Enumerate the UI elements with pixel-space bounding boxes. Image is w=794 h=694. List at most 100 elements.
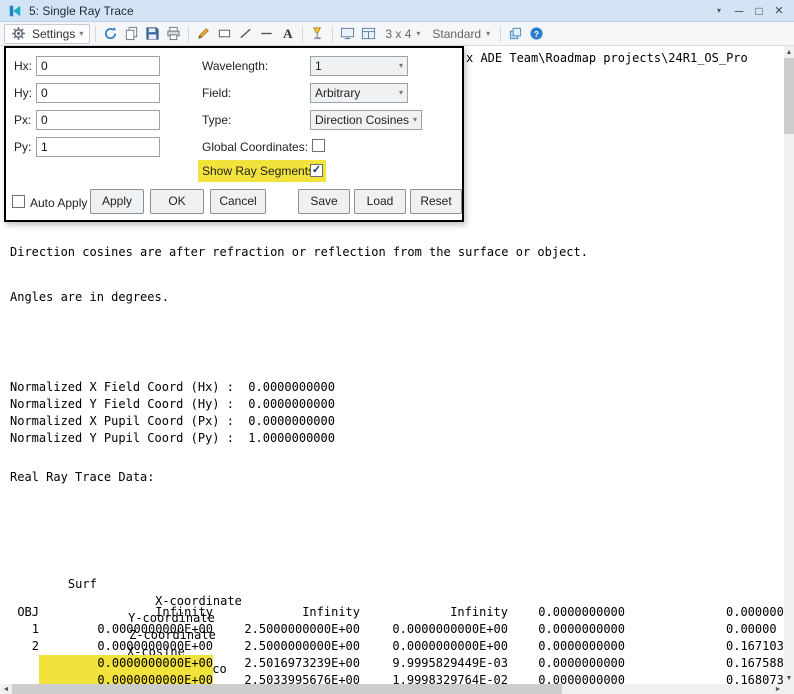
chevron-down-icon: ▾ xyxy=(486,28,491,38)
hx-label: Hx: xyxy=(14,59,32,73)
type-value: Direction Cosines xyxy=(315,113,410,127)
settings-dialog: Hx: Hy: Px: Py: Wavelength: 1 ▾ Field: A… xyxy=(4,46,464,222)
toolbar-separator xyxy=(188,25,190,42)
style-value: Standard xyxy=(432,26,482,41)
wavelength-value: 1 xyxy=(315,59,322,73)
horizontal-scroll-thumb[interactable] xyxy=(12,684,562,694)
toolbar-separator xyxy=(332,25,334,42)
table-row: OBJ Infinity Infinity Infinity 0.0000000000 0… xyxy=(17,605,784,619)
report-path-fragment: x ADE Team\Roadmap projects\24R1_OS_Pro xyxy=(466,51,748,65)
py-label: Py: xyxy=(14,140,32,154)
toolbar-separator xyxy=(500,25,502,42)
toolbar-separator xyxy=(302,25,304,42)
field-select[interactable]: Arbitrary ▾ xyxy=(310,83,408,103)
show-ray-segments-highlight: Show Ray Segments³: ✓ xyxy=(198,160,326,182)
reset-button[interactable]: Reset xyxy=(410,189,462,214)
coord-line: Normalized X Field Coord (Hx) :0.0000000… xyxy=(10,380,335,394)
auto-apply-checkbox[interactable] xyxy=(12,195,25,208)
type-select[interactable]: Direction Cosines ▾ xyxy=(310,110,422,130)
global-coordinates-checkbox[interactable] xyxy=(312,139,325,152)
wavelength-select[interactable]: 1 ▾ xyxy=(310,56,408,76)
load-button[interactable]: Load xyxy=(354,189,406,214)
help-icon[interactable]: ? xyxy=(527,24,546,43)
svg-text:?: ? xyxy=(534,29,539,39)
py-field[interactable] xyxy=(36,137,160,157)
show-ray-segments-label: Show Ray Segments³: xyxy=(202,164,322,178)
gear-icon xyxy=(9,24,28,43)
grid-size-dropdown[interactable]: 3 x 4 ▾ xyxy=(380,24,425,44)
px-label: Px: xyxy=(14,113,32,127)
save-icon[interactable] xyxy=(143,24,162,43)
settings-button[interactable]: Settings ▾ xyxy=(4,23,91,44)
ok-button[interactable]: OK xyxy=(150,189,204,214)
display-settings-icon[interactable] xyxy=(338,24,357,43)
px-field[interactable] xyxy=(36,110,160,130)
horizontal-scrollbar[interactable]: ◄ ► xyxy=(0,684,784,694)
titlebar: 5: Single Ray Trace ▾ ─ □ × xyxy=(0,0,794,22)
toolbar: Settings ▾ A 3 x 4 ▾ Standard ▾ ? xyxy=(0,22,794,46)
apply-button[interactable]: Apply xyxy=(90,189,144,214)
cancel-button[interactable]: Cancel xyxy=(210,189,266,214)
hx-field[interactable] xyxy=(36,56,160,76)
print-icon[interactable] xyxy=(164,24,183,43)
table-row: 0.0000000000E+00 2.5033995676E+00 1.999832… xyxy=(10,672,784,684)
check-icon: ✓ xyxy=(311,164,322,176)
maximize-button[interactable]: □ xyxy=(749,1,769,21)
table-row: 2 0.0000000000E+00 2.5000000000E+00 0.00000… xyxy=(31,639,784,653)
copy-icon[interactable] xyxy=(122,24,141,43)
scroll-right-icon[interactable]: ► xyxy=(772,684,784,694)
coord-line: Normalized Y Field Coord (Hy) :0.0000000… xyxy=(10,397,335,411)
hy-field[interactable] xyxy=(36,83,160,103)
window-title: 5: Single Ray Trace xyxy=(29,3,134,18)
window-controls: ▾ ─ □ × xyxy=(709,1,789,21)
note-line: Angles are in degrees. xyxy=(10,290,169,304)
global-coordinates-label: Global Coordinates: xyxy=(202,140,309,154)
hy-label: Hy: xyxy=(14,86,32,100)
grid-size-value: 3 x 4 xyxy=(385,26,412,41)
close-button[interactable]: × xyxy=(769,1,789,21)
scrollbar-corner xyxy=(784,684,794,694)
report-text: Direction cosines are after refraction o… xyxy=(10,216,784,684)
rectangle-annotation-icon[interactable] xyxy=(215,24,234,43)
ray-table-header: Surf X-coordinate Y-coordinate Z-coordin… xyxy=(10,559,784,676)
dash-annotation-icon[interactable] xyxy=(257,24,276,43)
scroll-down-icon[interactable]: ▼ xyxy=(784,672,794,684)
vertical-scroll-thumb[interactable] xyxy=(784,58,794,134)
ray-table-rows: OBJ Infinity Infinity Infinity 0.0000000000 0… xyxy=(10,604,784,684)
pencil-annotation-icon[interactable] xyxy=(194,24,213,43)
app-icon xyxy=(5,1,24,20)
chevron-down-icon: ▾ xyxy=(412,115,417,124)
type-label: Type: xyxy=(202,113,232,127)
save-button[interactable]: Save xyxy=(298,189,350,214)
vertical-scrollbar[interactable]: ▲ ▼ xyxy=(784,46,794,684)
note-line: Direction cosines are after refraction o… xyxy=(10,245,588,259)
auto-apply-label: Auto Apply xyxy=(30,196,88,210)
scroll-up-icon[interactable]: ▲ xyxy=(784,46,794,58)
line-annotation-icon[interactable] xyxy=(236,24,255,43)
show-ray-segments-checkbox[interactable]: ✓ xyxy=(310,164,323,177)
section-title: Real Ray Trace Data: xyxy=(10,470,155,484)
single-ray-trace-window: 5: Single Ray Trace ▾ ─ □ × Settings ▾ A… xyxy=(0,0,794,694)
field-value: Arbitrary xyxy=(315,86,361,100)
coord-lines-container: Normalized X Field Coord (Hx) :0.0000000… xyxy=(10,379,784,445)
lamp-icon[interactable] xyxy=(308,24,327,43)
toolbar-separator xyxy=(95,25,97,42)
layers-icon[interactable] xyxy=(506,24,525,43)
grid-layout-icon[interactable] xyxy=(359,24,378,43)
settings-label: Settings xyxy=(32,26,76,41)
style-dropdown[interactable]: Standard ▾ xyxy=(427,24,495,44)
window-menu-icon[interactable]: ▾ xyxy=(709,1,729,21)
header-surf: Surf xyxy=(67,577,97,591)
text-annotation-icon[interactable]: A xyxy=(278,24,297,43)
scroll-left-icon[interactable]: ◄ xyxy=(0,684,12,694)
refresh-icon[interactable] xyxy=(101,24,120,43)
field-label: Field: xyxy=(202,86,232,100)
chevron-down-icon: ▾ xyxy=(79,28,84,38)
table-row: 1 0.0000000000E+00 2.5000000000E+00 0.00000… xyxy=(31,622,777,636)
wavelength-label: Wavelength: xyxy=(202,59,269,73)
minimize-button[interactable]: ─ xyxy=(729,1,749,21)
chevron-down-icon: ▾ xyxy=(398,88,403,97)
table-row: 0.0000000000E+00 2.5016973239E+00 9.999582… xyxy=(10,655,784,672)
